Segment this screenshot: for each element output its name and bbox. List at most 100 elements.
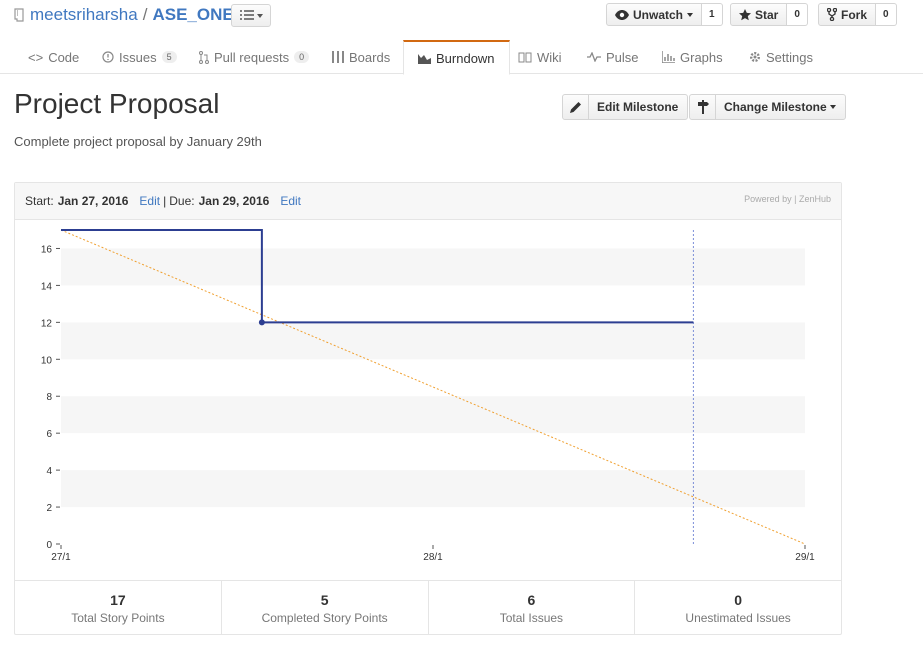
fork-group: Fork 0 [818,3,897,26]
issue-icon [102,51,114,63]
tab-wiki-label: Wiki [537,49,562,65]
milestone-description: Complete project proposal by January 29t… [14,134,262,149]
x-tick-label: 28/1 [423,552,443,563]
pull-request-icon [199,50,209,64]
change-milestone-text: Change Milestone [724,100,827,114]
gear-icon [750,52,760,62]
star-count[interactable]: 0 [787,3,808,26]
star-button[interactable]: Star [730,3,788,26]
y-tick-label: 16 [41,244,53,255]
stat-value: 0 [734,592,743,608]
y-tick-label: 6 [46,429,52,440]
pencil-icon [563,95,589,119]
chevron-down-icon [829,105,836,109]
burndown-point [258,319,265,326]
stat-value: 6 [527,592,536,608]
y-tick-label: 0 [46,540,52,551]
repo-title: meetsriharsha / ASE_ONE [14,5,234,25]
tab-pulse-label: Pulse [606,49,639,65]
unwatch-label: Unwatch [633,7,684,22]
tab-graphs[interactable]: Graphs [648,40,737,74]
stat-value: 5 [320,592,329,608]
signpost-icon [690,95,716,119]
fork-icon [827,8,837,21]
stat-total-issues: 6 Total Issues [429,581,636,635]
y-tick-label: 8 [46,392,52,403]
y-tick-label: 4 [46,466,52,477]
repo-name-link[interactable]: ASE_ONE [152,5,233,25]
tab-boards-label: Boards [349,49,391,65]
tab-burndown-label: Burndown [436,50,495,66]
watch-count[interactable]: 1 [702,3,723,26]
stat-label: Total Issues [499,611,564,625]
fork-button[interactable]: Fork [818,3,877,26]
tab-graphs-label: Graphs [680,49,723,65]
x-tick-label: 27/1 [51,552,71,563]
fork-label: Fork [841,7,868,22]
edit-start-link[interactable]: Edit [139,194,160,208]
stat-total-story-points: 17 Total Story Points [15,581,222,635]
stat-completed-story-points: 5 Completed Story Points [222,581,429,635]
repo-owner-link[interactable]: meetsriharsha [30,5,138,25]
graph-icon [662,51,675,63]
stats-bar: 17 Total Story Points 5 Completed Story … [15,580,841,635]
change-milestone-button[interactable]: Change Milestone [689,94,846,120]
repo-separator: / [142,5,148,24]
tab-code[interactable]: <> Code [14,40,93,74]
eye-icon [615,9,629,20]
edit-milestone-button[interactable]: Edit Milestone [562,94,689,120]
x-tick-label: 29/1 [795,552,815,563]
star-label: Star [755,7,779,22]
tab-burndown[interactable]: Burndown [403,40,510,75]
date-separator: | [163,194,167,208]
stat-label: Unestimated Issues [685,611,791,625]
tab-issues[interactable]: Issues 5 [88,40,191,74]
stat-label: Total Story Points [71,611,165,625]
watch-group: Unwatch 1 [606,3,723,26]
tab-settings-label: Settings [766,49,813,65]
tab-boards[interactable]: Boards [318,40,404,74]
powered-by-zenhub[interactable]: Powered by | ZenHub [744,194,831,204]
panel-header: Start: Jan 27, 2016 Edit | Due: Jan 29, … [15,183,841,220]
y-tick-label: 12 [41,318,53,329]
tab-pull-requests[interactable]: Pull requests 0 [185,40,323,74]
repo-nav: <> Code Issues 5 Pull requests 0 Boards … [0,40,923,75]
y-tick-label: 2 [46,503,52,514]
tab-pull-requests-label: Pull requests [214,49,290,65]
burndown-chart: 0 2 4 6 8 10 12 14 16 27/1 28/1 29/1 [41,229,815,563]
star-group: Star 0 [730,3,808,26]
star-icon [739,8,751,20]
burndown-panel: Start: Jan 27, 2016 Edit | Due: Jan 29, … [14,182,842,635]
due-label: Due: [169,194,195,208]
code-icon: <> [28,49,44,65]
repo-list-menu-button[interactable] [231,4,271,27]
repo-icon [14,7,24,22]
tab-wiki[interactable]: Wiki [504,40,576,74]
fork-count[interactable]: 0 [876,3,897,26]
chevron-down-icon [256,13,263,18]
unwatch-button[interactable]: Unwatch [606,3,703,26]
milestone-title: Project Proposal [14,88,220,119]
y-tick-label: 10 [41,355,53,366]
tab-settings[interactable]: Settings [735,40,827,74]
stat-value: 17 [110,592,126,608]
list-icon [239,10,254,20]
tab-code-label: Code [48,49,80,65]
due-date: Jan 29, 2016 [198,194,270,208]
start-label: Start: [25,194,54,208]
edit-due-link[interactable]: Edit [280,194,301,208]
tab-pulse[interactable]: Pulse [573,40,653,74]
stat-unestimated-issues: 0 Unestimated Issues [635,581,841,635]
change-milestone-label: Change Milestone [716,95,845,119]
boards-icon [332,51,344,63]
burndown-icon [418,53,431,64]
pull-requests-count-badge: 0 [294,51,310,63]
edit-milestone-label: Edit Milestone [597,100,679,114]
stat-label: Completed Story Points [261,611,388,625]
chevron-down-icon [687,12,694,17]
pulse-icon [587,52,601,62]
tab-issues-label: Issues [119,49,157,65]
wiki-icon [518,52,532,62]
repo-header: meetsriharsha / ASE_ONE Unwatch 1 Star 0… [0,0,923,75]
issues-count-badge: 5 [161,51,177,63]
